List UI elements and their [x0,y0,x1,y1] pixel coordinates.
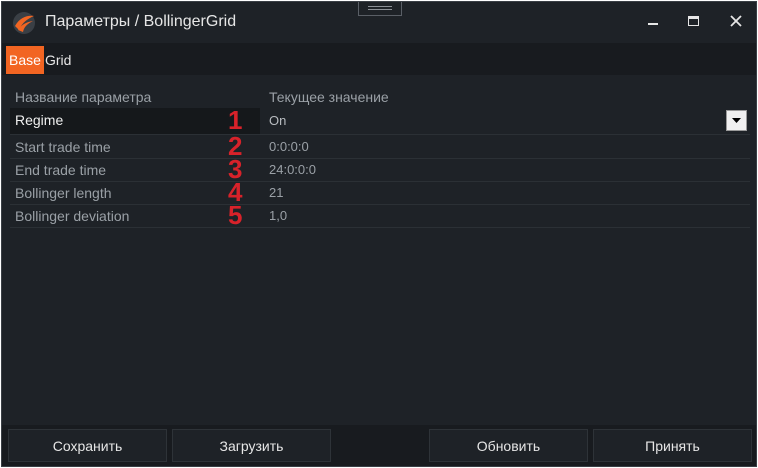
row-marker: 5 [228,200,243,230]
title-bar[interactable]: Параметры / BollingerGrid [2,2,756,42]
table-header: Название параметра Текущее значение [2,87,756,107]
refresh-button[interactable]: Обновить [429,429,588,462]
minimize-icon[interactable] [639,8,667,34]
window-title: Параметры / BollingerGrid [45,13,237,30]
param-name: Bollinger deviation [15,208,130,224]
parameters-window: Параметры / BollingerGrid Base Grid Назв… [1,1,757,467]
table-row[interactable]: Start trade time 2 0:0:0:0 [10,131,750,161]
chevron-down-icon[interactable] [726,110,747,131]
param-value-field[interactable]: 1,0 [269,208,287,223]
param-value-field[interactable]: 24:0:0:0 [269,162,316,177]
param-value-select[interactable]: On [269,113,286,128]
param-value-field[interactable]: 21 [269,185,283,200]
table-row[interactable]: Bollinger deviation 5 1,0 [10,200,750,230]
table-row[interactable]: Regime 1 On [10,105,750,135]
maximize-icon[interactable] [679,8,707,34]
accept-button[interactable]: Принять [593,429,752,462]
drag-handle-icon[interactable] [358,2,402,16]
close-icon[interactable] [722,8,750,34]
column-header-name: Название параметра [15,89,152,105]
tab-grid[interactable]: Grid [42,46,74,74]
param-name: End trade time [15,162,107,178]
load-button[interactable]: Загрузить [172,429,331,462]
save-button[interactable]: Сохранить [8,429,167,462]
parameters-table: Название параметра Текущее значение Regi… [2,75,756,425]
table-row[interactable]: End trade time 3 24:0:0:0 [10,154,750,184]
app-logo-icon [12,11,36,35]
param-name: Regime [15,112,64,128]
tab-base[interactable]: Base [6,46,44,74]
column-header-value: Текущее значение [269,89,389,105]
param-name: Bollinger length [15,185,112,201]
footer-bar: Сохранить Загрузить Обновить Принять [2,425,756,466]
table-row[interactable]: Bollinger length 4 21 [10,177,750,207]
tab-bar: Base Grid [2,43,756,75]
param-name: Start trade time [15,139,111,155]
param-value-field[interactable]: 0:0:0:0 [269,139,309,154]
